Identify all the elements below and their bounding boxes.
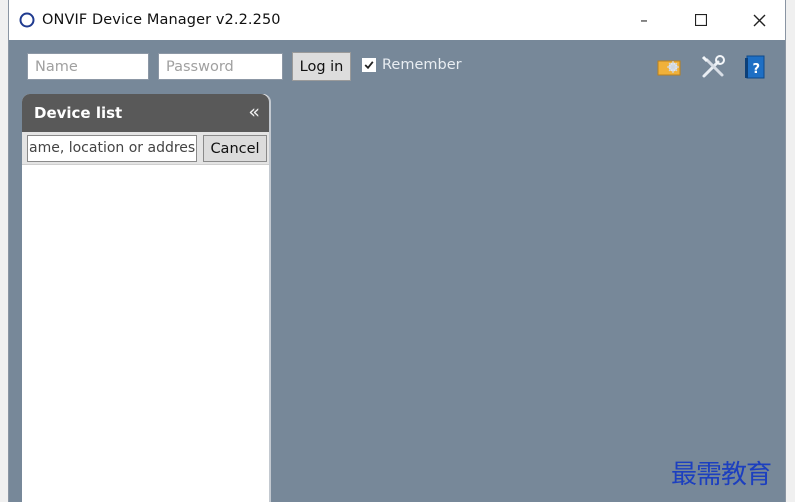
checkbox-checked-icon [362,58,376,72]
device-list-header: Device list « [22,94,269,132]
settings-tools-icon[interactable] [698,52,728,82]
svg-text:?: ? [753,62,761,77]
device-list-panel: Device list « ame, location or addres Ca… [22,94,271,502]
watermark-logo: 最需教育 [671,460,772,490]
login-button[interactable]: Log in [292,52,351,81]
password-input[interactable]: Password [158,53,283,80]
app-window: ONVIF Device Manager v2.2.250 – Name Pas… [8,0,786,502]
device-list-title: Device list [34,104,123,122]
app-logo-icon [18,11,36,29]
close-button[interactable] [736,0,782,40]
help-book-icon[interactable]: ? [740,52,770,82]
cancel-search-button[interactable]: Cancel [203,135,267,162]
name-input[interactable]: Name [27,53,149,80]
login-toolbar: Name Password Log in Remember ? [9,40,785,94]
collapse-panel-icon[interactable]: « [248,101,260,123]
remember-label: Remember [382,57,462,73]
minimize-button[interactable]: – [621,0,667,40]
maximize-button[interactable] [678,0,724,40]
device-search-row: ame, location or addres Cancel [22,132,269,165]
window-title: ONVIF Device Manager v2.2.250 [42,12,281,28]
device-search-input[interactable]: ame, location or addres [27,135,197,162]
events-icon[interactable] [655,52,685,82]
title-bar: ONVIF Device Manager v2.2.250 – [9,0,785,40]
remember-checkbox[interactable]: Remember [362,57,462,73]
device-list[interactable] [22,165,269,502]
